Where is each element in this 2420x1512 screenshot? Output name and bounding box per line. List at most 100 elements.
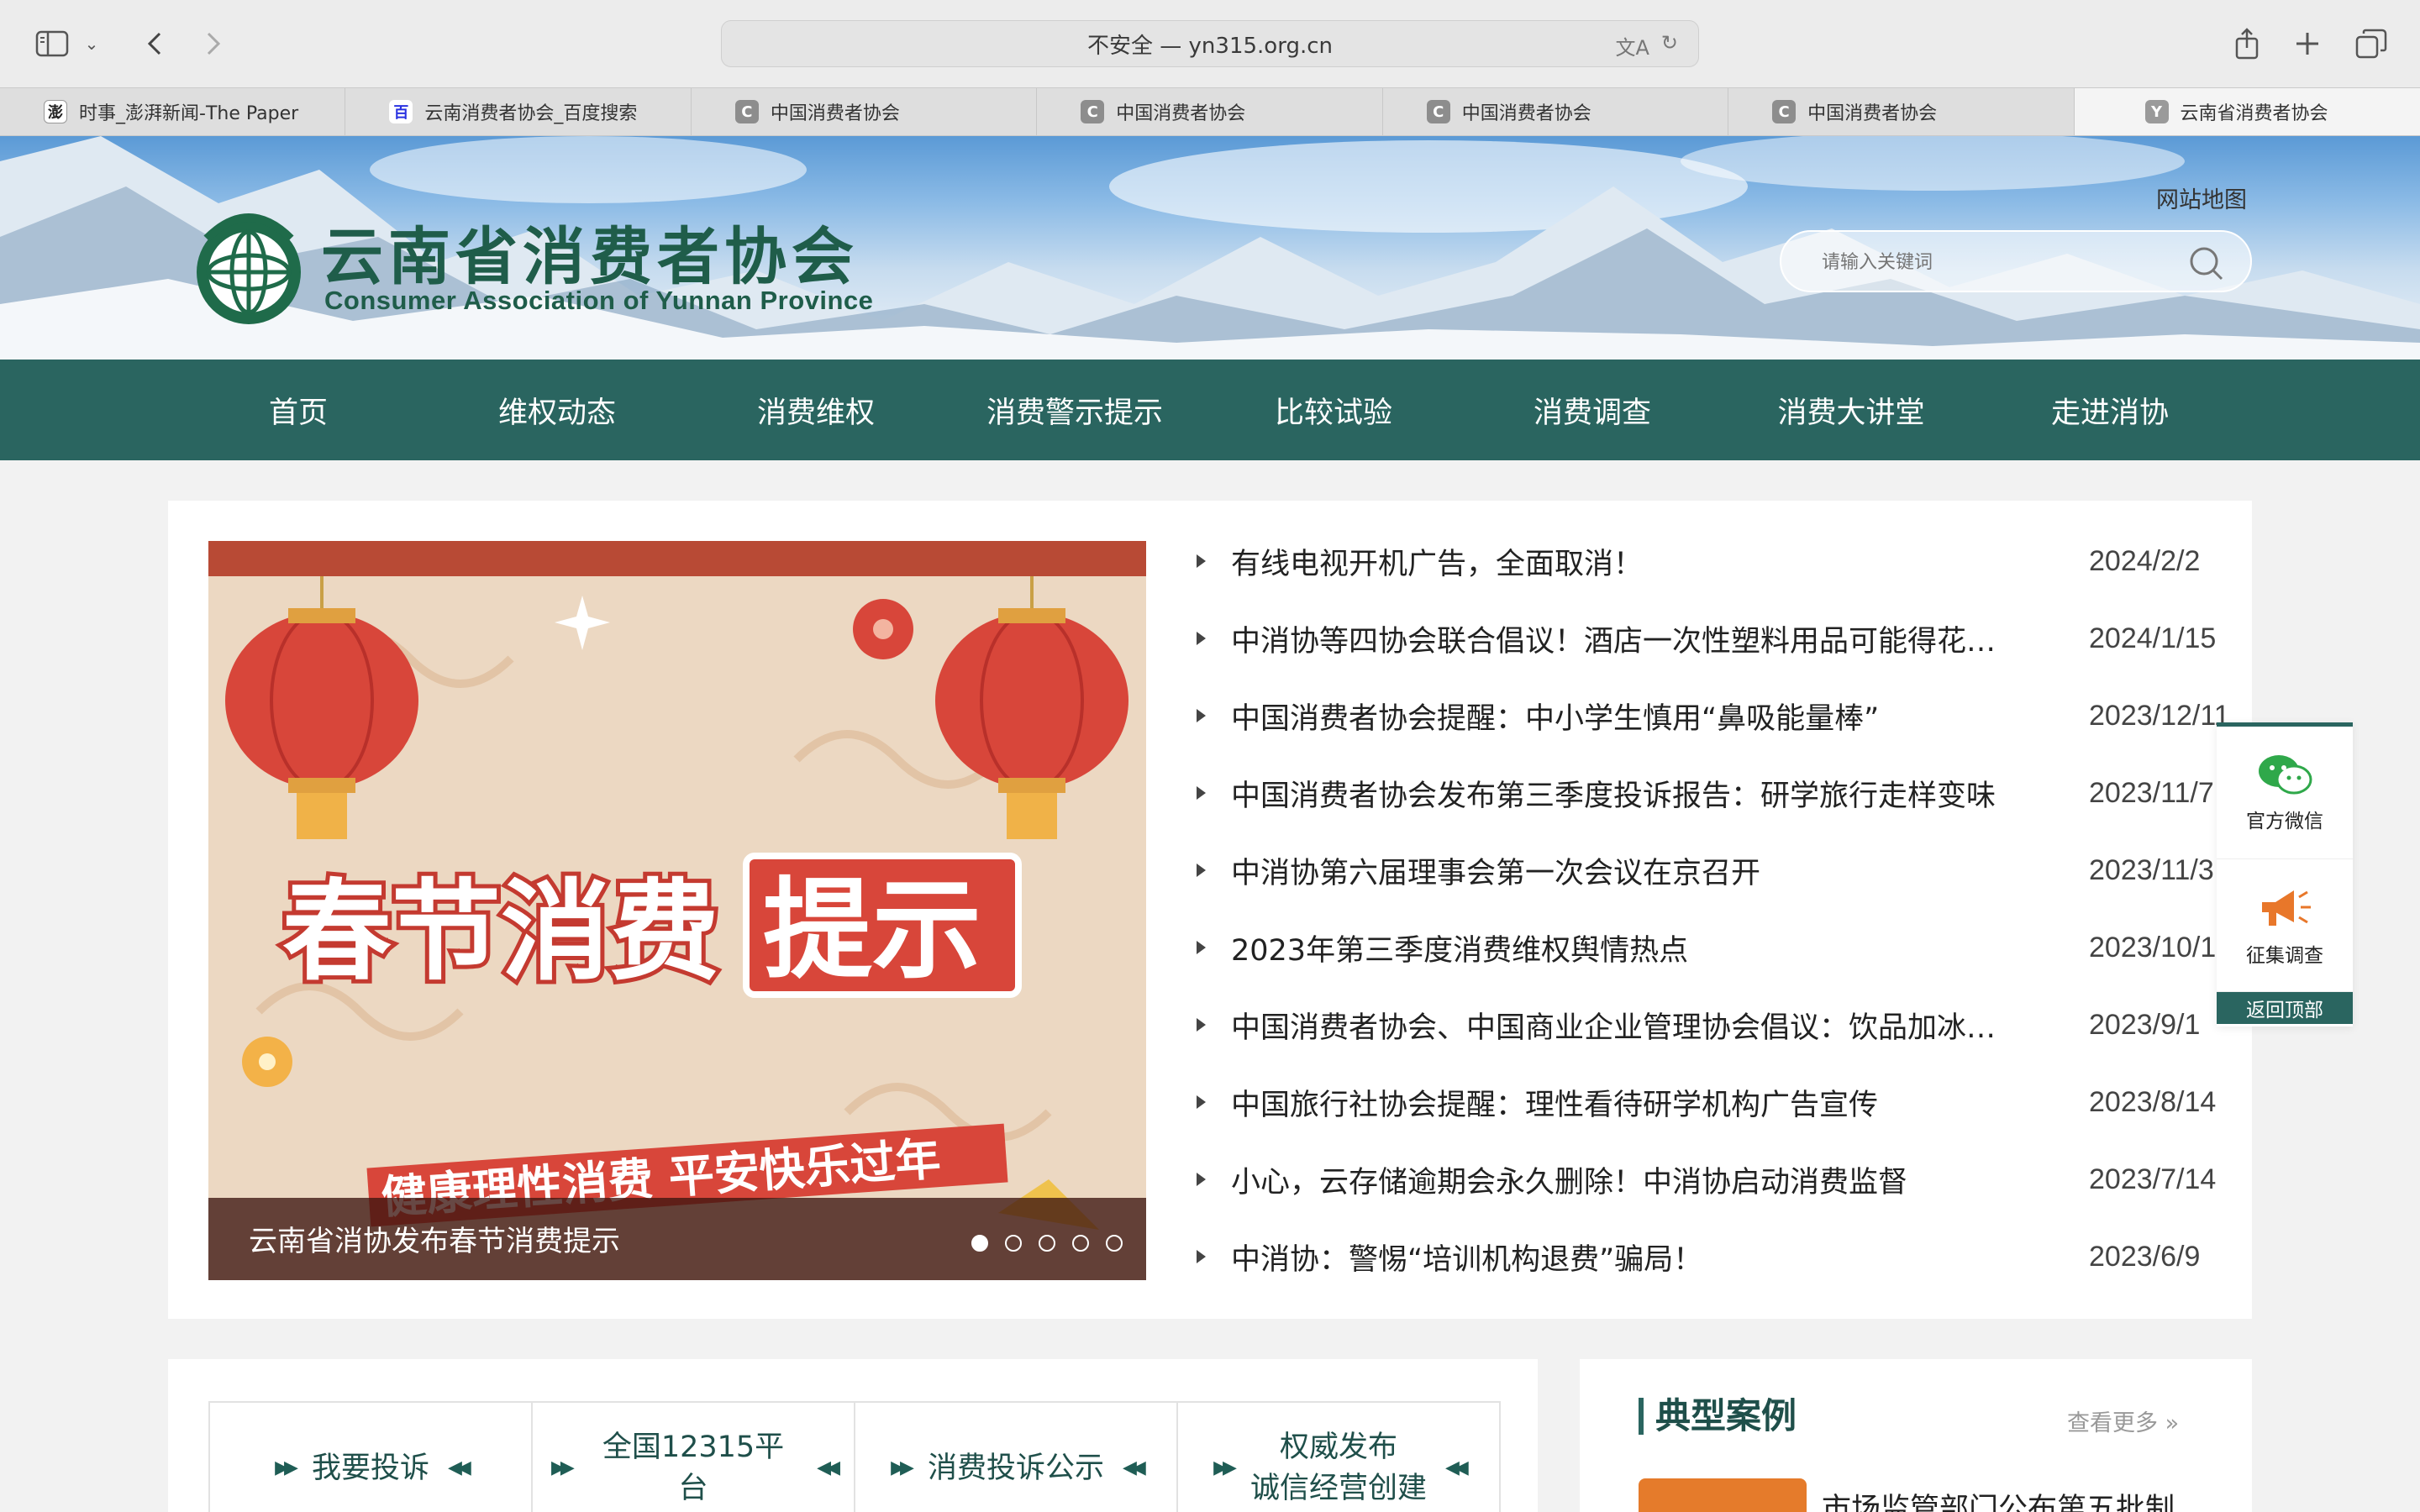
news-title[interactable]: 中国消费者协会发布第三季度投诉报告：研学旅行走样变味 (1231, 772, 2021, 815)
c-favicon: C (734, 100, 759, 123)
featured-panel: 春节消费 提示 健康理性消费 平安快乐过年 云南省消协发布春节消费提示 有线电视… (168, 501, 2252, 1319)
list-item[interactable]: 中国消费者协会发布第三季度投诉报告：研学旅行走样变味 2023/11/7 (1193, 754, 2227, 832)
list-item[interactable]: 中消协第六届理事会第一次会议在京召开 2023/11/3 (1193, 832, 2227, 909)
double-arrow-left-icon: ◀◀ (1445, 1457, 1469, 1478)
news-carousel[interactable]: 春节消费 提示 健康理性消费 平安快乐过年 云南省消协发布春节消费提示 (208, 541, 1146, 1280)
news-title[interactable]: 中消协第六届理事会第一次会议在京召开 (1231, 849, 2021, 892)
tab-label: 云南消费者协会_百度搜索 (424, 103, 638, 124)
floating-sidebar: 官方微信 征集调查 返回顶部 (2217, 722, 2353, 1026)
nav-warnings[interactable]: 消费警示提示 (909, 360, 1240, 460)
back-to-top-button[interactable]: 返回顶部 (2217, 992, 2353, 1024)
carousel-dot[interactable] (971, 1235, 988, 1252)
tab-baidu-search[interactable]: 百 云南消费者协会_百度搜索 (345, 88, 692, 135)
c-favicon: C (1426, 100, 1450, 123)
main-nav: 首页 维权动态 消费维权 消费警示提示 比较试验 消费调查 消费大讲堂 走进消协 (0, 360, 2420, 460)
news-date: 2023/12/11 (2089, 699, 2230, 732)
search-icon[interactable] (2188, 245, 2223, 281)
quick-link-12315[interactable]: ▶▶ 全国12315平台 ◀◀ (533, 1403, 855, 1512)
news-title[interactable]: 中国消费者协会提醒：中小学生慎用“鼻吸能量棒” (1231, 695, 2021, 738)
back-icon[interactable] (131, 20, 178, 67)
nav-home[interactable]: 首页 (205, 360, 392, 460)
news-date: 2023/10/1 (2089, 931, 2217, 963)
new-tab-icon[interactable] (2284, 20, 2331, 67)
news-title[interactable]: 中国旅行社协会提醒：理性看待研学机构广告宣传 (1231, 1081, 2021, 1124)
list-item[interactable]: 中国消费者协会提醒：中小学生慎用“鼻吸能量棒” 2023/12/11 (1193, 677, 2230, 754)
tab-label: 云南省消费者协会 (2180, 103, 2328, 124)
search-input[interactable] (1822, 247, 2175, 277)
triangle-bullet-icon (1197, 632, 1206, 645)
tab-label: 中国消费者协会 (1807, 103, 1938, 124)
carousel-dot[interactable] (1039, 1235, 1055, 1252)
share-icon[interactable] (2223, 20, 2270, 67)
tab-bar: 澎 时事_澎湃新闻-The Paper 百 云南消费者协会_百度搜索 C 中国消… (0, 87, 2420, 136)
list-item[interactable]: 中国消费者协会、中国商业企业管理协会倡议：饮品加冰量透明 2023/9/1 (1193, 986, 2227, 1063)
news-title[interactable]: 2023年第三季度消费维权舆情热点 (1231, 927, 2021, 969)
tab-cca-2[interactable]: C 中国消费者协会 (1037, 88, 1383, 135)
news-title[interactable]: 中国消费者协会、中国商业企业管理协会倡议：饮品加冰量透明 (1231, 1004, 2021, 1047)
news-title[interactable]: 中消协：警惕“培训机构退费”骗局！ (1231, 1236, 2021, 1278)
sidebar-toggle-icon[interactable] (29, 20, 76, 67)
news-title[interactable]: 中消协等四协会联合倡议！酒店一次性塑料用品可能得花钱了 (1231, 617, 2021, 660)
carousel-dot[interactable] (1106, 1235, 1123, 1252)
quick-link-complaint[interactable]: ▶▶ 我要投诉 ◀◀ (210, 1403, 533, 1512)
news-date: 2023/11/7 (2089, 776, 2214, 809)
wechat-button[interactable]: 官方微信 (2217, 727, 2353, 859)
quick-link-complaint-notice[interactable]: ▶▶ 消费投诉公示 ◀◀ (855, 1403, 1178, 1512)
triangle-bullet-icon (1197, 709, 1206, 722)
triangle-bullet-icon (1197, 1250, 1206, 1263)
list-item[interactable]: 有线电视开机广告，全面取消！ 2024/2/2 (1193, 522, 2227, 600)
case-title[interactable]: 市场监管部门公布第五批制 (1822, 1485, 2175, 1512)
caption-bar: 云南省消协发布春节消费提示 (208, 1198, 1146, 1280)
sitemap-link[interactable]: 网站地图 (2156, 181, 2247, 214)
quick-link-label: 我要投诉 (311, 1451, 429, 1485)
nav-consumer-rights[interactable]: 消费维权 (723, 360, 909, 460)
news-title[interactable]: 小心，云存储逾期会永久删除！中消协启动消费监督 (1231, 1158, 2021, 1201)
tab-overview-icon[interactable] (2348, 20, 2395, 67)
list-item[interactable]: 小心，云存储逾期会永久删除！中消协启动消费监督 2023/7/14 (1193, 1141, 2227, 1218)
wechat-icon (2259, 754, 2312, 794)
tab-yunnan-active[interactable]: Y 云南省消费者协会 (2074, 88, 2420, 135)
triangle-bullet-icon (1197, 1173, 1206, 1186)
triangle-bullet-icon (1197, 864, 1206, 877)
typical-cases-panel: 典型案例 查看更多 » 市场监管部门公布第五批制 (1580, 1359, 2252, 1512)
view-more-link[interactable]: 查看更多 » (2067, 1404, 2179, 1437)
list-item[interactable]: 中消协等四协会联合倡议！酒店一次性塑料用品可能得花钱了 2024/1/15 (1193, 600, 2227, 677)
megaphone-icon (2262, 890, 2311, 926)
news-date: 2023/9/1 (2089, 1008, 2201, 1041)
nav-about[interactable]: 走进消协 (1944, 360, 2275, 460)
quick-link-authority[interactable]: ▶▶ 权威发布 诚信经营创建 ◀◀ (1178, 1403, 1499, 1512)
list-item[interactable]: 2023年第三季度消费维权舆情热点 2023/10/1 (1193, 909, 2227, 986)
chevron-down-icon[interactable]: ⌄ (79, 20, 104, 67)
carousel-caption[interactable]: 云南省消协发布春节消费提示 (249, 1218, 620, 1259)
triangle-bullet-icon (1197, 554, 1206, 568)
tab-label: 时事_澎湃新闻-The Paper (79, 103, 299, 124)
list-item[interactable]: 中国旅行社协会提醒：理性看待研学机构广告宣传 2023/8/14 (1193, 1063, 2227, 1141)
double-arrow-right-icon: ▶▶ (1213, 1457, 1237, 1478)
nav-comparison-tests[interactable]: 比较试验 (1240, 360, 1427, 460)
nav-surveys[interactable]: 消费调查 (1427, 360, 1758, 460)
quick-link-label: 消费投诉公示 (927, 1451, 1104, 1485)
address-bar[interactable]: 不安全 — yn315.org.cn 文A ↻ (721, 20, 1699, 67)
double-arrow-right-icon: ▶▶ (891, 1457, 914, 1478)
nav-lecture-hall[interactable]: 消费大讲堂 (1758, 360, 1944, 460)
translate-icon[interactable]: 文A (1615, 31, 1649, 60)
tab-cca-4[interactable]: C 中国消费者协会 (1728, 88, 2075, 135)
tab-cca-1[interactable]: C 中国消费者协会 (692, 88, 1038, 135)
carousel-dot[interactable] (1072, 1235, 1089, 1252)
tab-the-paper[interactable]: 澎 时事_澎湃新闻-The Paper (0, 88, 346, 135)
news-date: 2023/7/14 (2089, 1163, 2217, 1195)
triangle-bullet-icon (1197, 786, 1206, 800)
reload-icon[interactable]: ↻ (1661, 31, 1678, 60)
carousel-dot[interactable] (1005, 1235, 1022, 1252)
nav-rights-news[interactable]: 维权动态 (392, 360, 723, 460)
forward-icon[interactable] (190, 20, 237, 67)
list-item[interactable]: 中消协：警惕“培训机构退费”骗局！ 2023/6/9 (1193, 1218, 2227, 1295)
news-date: 2023/8/14 (2089, 1085, 2217, 1118)
tab-cca-3[interactable]: C 中国消费者协会 (1383, 88, 1729, 135)
survey-button[interactable]: 征集调查 (2217, 859, 2353, 992)
carousel-dots (971, 1235, 1123, 1252)
case-thumbnail[interactable] (1639, 1478, 1807, 1512)
site-title: 云南省消费者协会 (321, 221, 859, 293)
news-title[interactable]: 有线电视开机广告，全面取消！ (1231, 540, 2021, 583)
carousel-slide: 春节消费 提示 健康理性消费 平安快乐过年 (208, 541, 1146, 1280)
